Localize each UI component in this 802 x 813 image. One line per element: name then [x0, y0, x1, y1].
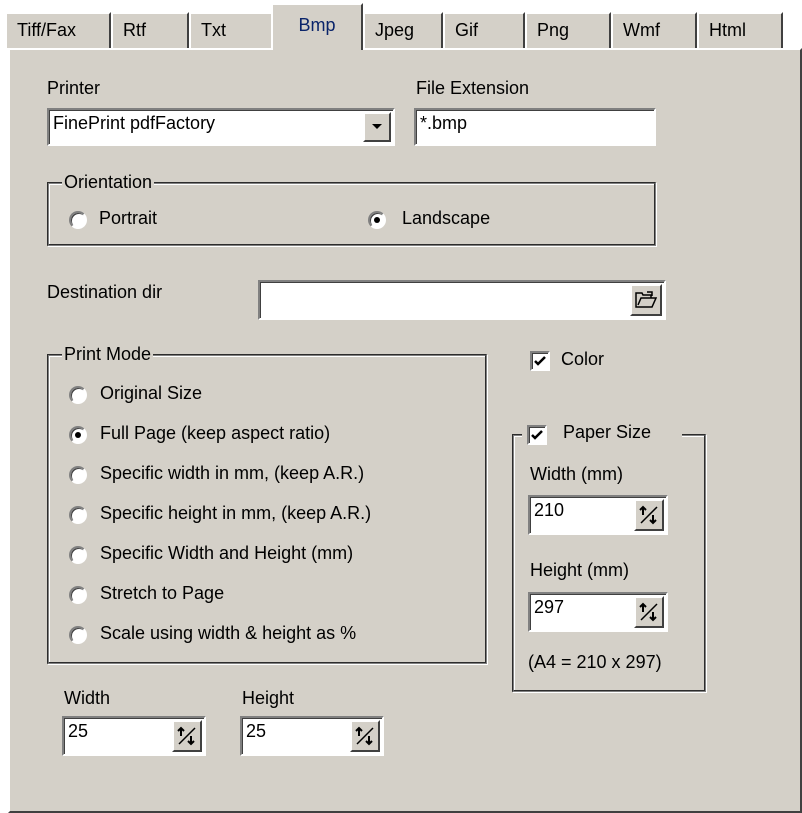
- paper-width-spinner[interactable]: [634, 499, 664, 531]
- landscape-radio[interactable]: [368, 211, 386, 229]
- printer-value: FinePrint pdfFactory: [53, 113, 216, 133]
- tab-label: Txt: [201, 20, 226, 40]
- mode-specific-width-radio[interactable]: [69, 466, 87, 484]
- height-input[interactable]: 25: [240, 716, 384, 756]
- checkmark-icon: [534, 356, 546, 366]
- spin-up-down-icon: [355, 726, 374, 746]
- mode-stretch-label[interactable]: Stretch to Page: [100, 583, 224, 604]
- paper-size-note: (A4 = 210 x 297): [528, 652, 662, 672]
- mode-specific-height-label[interactable]: Specific height in mm, (keep A.R.): [100, 503, 371, 524]
- print-mode-title: Print Mode: [62, 344, 154, 365]
- height-spinner[interactable]: [350, 720, 380, 752]
- file-extension-input[interactable]: *.bmp: [414, 108, 656, 146]
- destination-input[interactable]: [258, 280, 666, 320]
- portrait-label[interactable]: Portrait: [99, 208, 157, 229]
- printer-select[interactable]: FinePrint pdfFactory: [47, 108, 395, 146]
- mode-width-height-label[interactable]: Specific Width and Height (mm): [100, 543, 353, 564]
- paper-width-label: Width (mm): [530, 464, 623, 484]
- color-label[interactable]: Color: [561, 349, 604, 370]
- paper-size-checkbox[interactable]: [527, 425, 547, 445]
- width-input[interactable]: 25: [62, 716, 206, 756]
- paper-height-label: Height (mm): [530, 560, 630, 580]
- chevron-down-icon: [372, 124, 382, 129]
- tab-bmp[interactable]: Bmp: [271, 3, 363, 50]
- printer-dropdown-button[interactable]: [363, 112, 391, 142]
- mode-stretch-radio[interactable]: [69, 586, 87, 604]
- mode-scale-percent-radio[interactable]: [69, 626, 87, 644]
- checkmark-icon: [531, 430, 543, 440]
- tab-png[interactable]: Png: [525, 12, 611, 48]
- tab-label: Gif: [455, 20, 479, 40]
- mode-scale-percent-label[interactable]: Scale using width & height as %: [100, 623, 356, 644]
- open-folder-icon: [635, 291, 657, 308]
- tab-label: Wmf: [623, 20, 660, 40]
- spin-up-down-icon: [639, 602, 658, 622]
- tab-label: Tiff/Fax: [17, 20, 77, 40]
- mode-original-size-label[interactable]: Original Size: [100, 383, 202, 404]
- width-spinner[interactable]: [172, 720, 202, 752]
- paper-width-value: 210: [534, 500, 565, 520]
- color-checkbox[interactable]: [530, 351, 550, 371]
- mode-full-page-radio[interactable]: [69, 426, 87, 444]
- tab-rtf[interactable]: Rtf: [111, 12, 189, 48]
- height-value: 25: [246, 721, 267, 741]
- landscape-label[interactable]: Landscape: [402, 208, 490, 229]
- tab-html[interactable]: Html: [697, 12, 783, 48]
- spin-up-down-icon: [177, 726, 196, 746]
- width-label: Width: [64, 688, 111, 708]
- tab-txt[interactable]: Txt: [189, 12, 273, 48]
- tab-tiff-fax[interactable]: Tiff/Fax: [5, 12, 111, 48]
- mode-specific-width-label[interactable]: Specific width in mm, (keep A.R.): [100, 463, 364, 484]
- destination-label: Destination dir: [47, 282, 163, 302]
- paper-width-input[interactable]: 210: [528, 495, 668, 535]
- tab-jpeg[interactable]: Jpeg: [363, 12, 443, 48]
- printer-label: Printer: [47, 78, 101, 98]
- tab-wmf[interactable]: Wmf: [611, 12, 697, 48]
- paper-size-label[interactable]: Paper Size: [563, 422, 651, 443]
- height-label: Height: [242, 688, 295, 708]
- orientation-title: Orientation: [62, 172, 155, 193]
- tab-label: Jpeg: [375, 20, 415, 40]
- paper-height-value: 297: [534, 597, 565, 617]
- paper-height-spinner[interactable]: [634, 596, 664, 628]
- width-value: 25: [68, 721, 89, 741]
- tab-label: Rtf: [123, 20, 147, 40]
- tab-gif[interactable]: Gif: [443, 12, 525, 48]
- mode-original-size-radio[interactable]: [69, 386, 87, 404]
- mode-width-height-radio[interactable]: [69, 546, 87, 564]
- portrait-radio[interactable]: [69, 211, 87, 229]
- file-extension-value: *.bmp: [420, 113, 468, 133]
- spin-up-down-icon: [639, 505, 658, 525]
- mode-specific-height-radio[interactable]: [69, 506, 87, 524]
- file-extension-label: File Extension: [416, 78, 530, 98]
- mode-full-page-label[interactable]: Full Page (keep aspect ratio): [100, 423, 330, 444]
- tab-label: Bmp: [298, 15, 336, 35]
- tab-label: Png: [537, 20, 570, 40]
- paper-height-input[interactable]: 297: [528, 592, 668, 632]
- tab-label: Html: [709, 20, 746, 40]
- browse-folder-button[interactable]: [630, 284, 662, 316]
- tab-strip: Tiff/Fax Rtf Txt Bmp Jpeg Gif Png Wmf Ht…: [0, 0, 802, 50]
